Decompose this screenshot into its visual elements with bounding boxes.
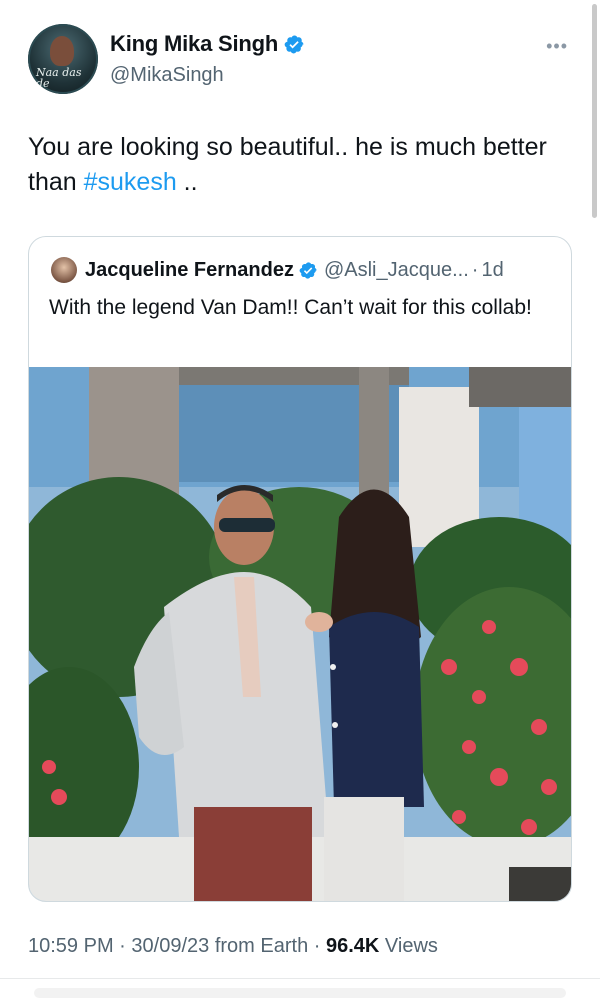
author-name[interactable]: King Mika Singh	[110, 31, 278, 57]
tweet-source: from Earth	[214, 935, 309, 957]
tweet-text-tail: ..	[176, 168, 198, 196]
divider	[0, 978, 600, 979]
tweet-time[interactable]: 10:59 PM	[28, 935, 114, 957]
scrollbar[interactable]	[592, 4, 597, 218]
quoted-author-avatar[interactable]	[51, 257, 77, 283]
views-count: 96.4K	[325, 935, 380, 957]
tweet-date[interactable]: 30/09/23	[131, 935, 209, 957]
tweet-header: Naa das de King Mika Singh @MikaSingh ••…	[28, 22, 568, 98]
meta-separator-1: ·	[119, 935, 126, 957]
views-label: Views	[384, 935, 438, 957]
author-handle[interactable]: @MikaSingh	[110, 64, 224, 87]
more-options-icon[interactable]: •••	[546, 36, 568, 57]
quoted-author-handle[interactable]: @Asli_Jacque...	[324, 259, 469, 282]
meta-separator-2: ·	[313, 935, 321, 957]
quoted-tweet-photo[interactable]	[29, 367, 571, 901]
avatar-caption: Naa das de	[36, 66, 82, 90]
bottom-bar	[34, 988, 566, 998]
author-name-row: King Mika Singh	[110, 31, 305, 57]
tweet-meta: 10:59 PM · 30/09/23 from Earth · 96.4K V…	[28, 935, 438, 958]
tweet-text: You are looking so beautiful.. he is muc…	[28, 130, 548, 200]
author-avatar[interactable]: Naa das de	[28, 24, 98, 94]
quoted-tweet-text: With the legend Van Dam!! Can’t wait for…	[49, 296, 532, 319]
quoted-author-name[interactable]: Jacqueline Fernandez	[85, 259, 294, 282]
quoted-tweet-header: Jacqueline Fernandez @Asli_Jacque... · 1…	[51, 257, 504, 283]
hashtag-link[interactable]: #sukesh	[84, 168, 177, 196]
verified-badge-icon	[284, 35, 304, 53]
avatar-figure	[50, 36, 74, 66]
quoted-separator: ·	[471, 258, 479, 281]
quoted-verified-badge-icon	[299, 261, 317, 279]
quoted-age[interactable]: 1d	[481, 259, 503, 282]
quoted-tweet-card[interactable]: Jacqueline Fernandez @Asli_Jacque... · 1…	[28, 236, 572, 902]
